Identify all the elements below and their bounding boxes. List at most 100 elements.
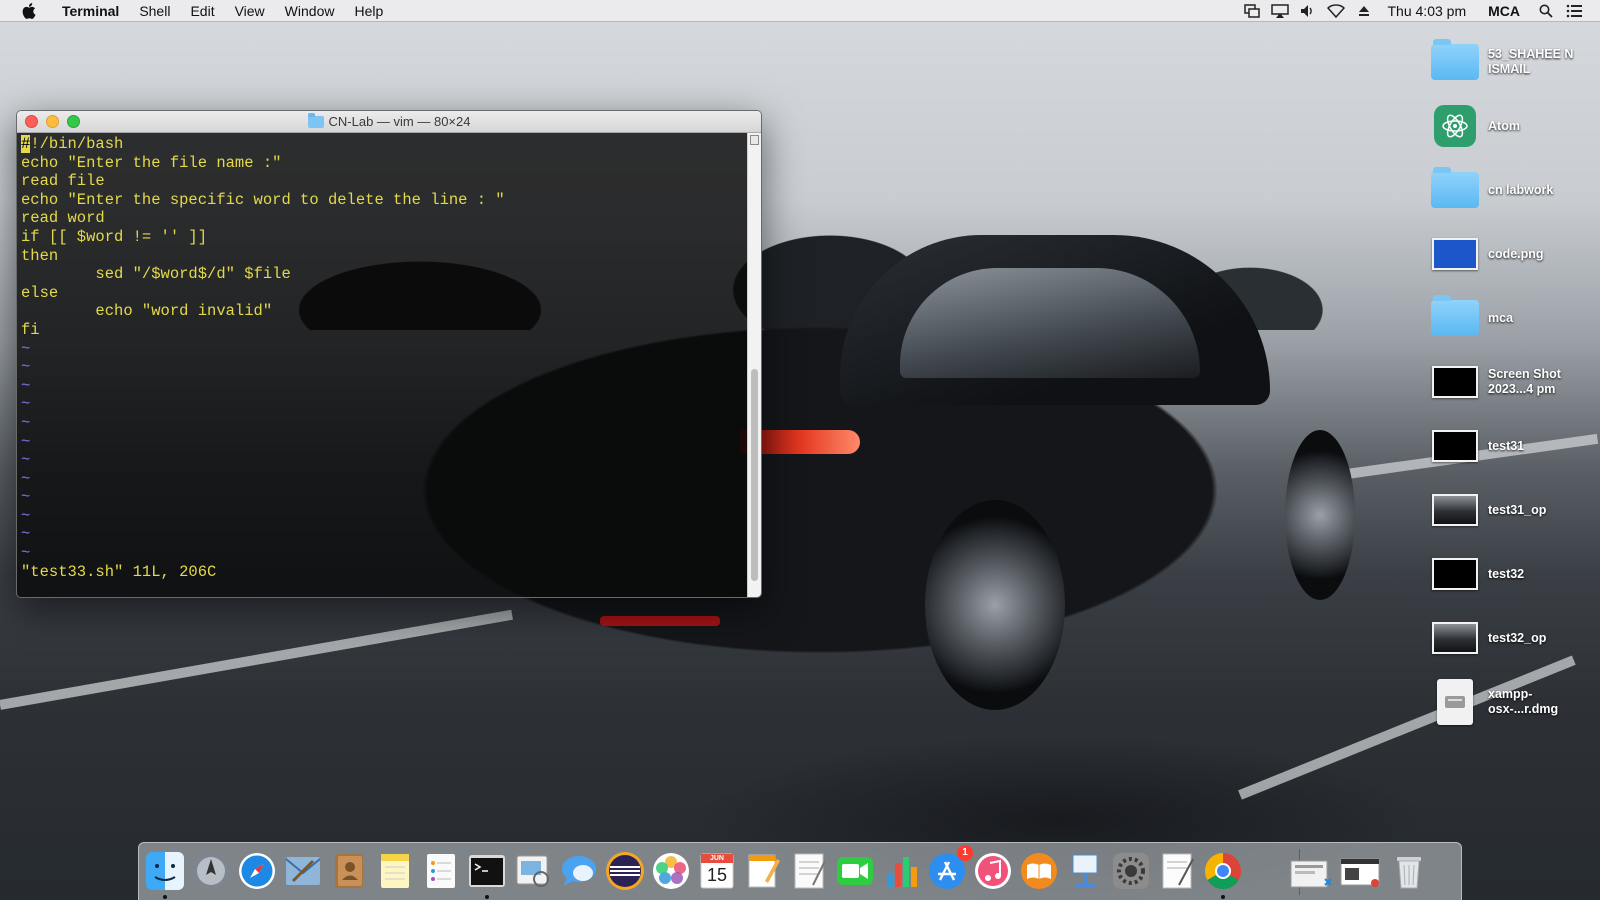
- spotlight-search-icon[interactable]: [1532, 0, 1560, 22]
- running-indicator: [163, 895, 167, 899]
- dock-contacts-icon[interactable]: [329, 851, 369, 891]
- code-line: read word: [21, 209, 105, 228]
- code-line: fi: [21, 320, 40, 339]
- desktop-item-label: Screen Shot 2023...4 pm: [1488, 367, 1561, 396]
- dock-textedit-icon[interactable]: [1157, 851, 1197, 891]
- terminal-content[interactable]: #!/bin/bash echo "Enter the file name :"…: [17, 133, 761, 597]
- desktop-item[interactable]: test32_op: [1420, 610, 1600, 666]
- menu-shell[interactable]: Shell: [129, 0, 180, 22]
- desktop-item[interactable]: cn labwork: [1420, 162, 1600, 218]
- dock: JUN 15 1: [138, 842, 1462, 900]
- notification-center-icon[interactable]: [1560, 0, 1588, 22]
- atom-app-icon: [1434, 105, 1476, 147]
- scrollbar-thumb[interactable]: [751, 369, 758, 581]
- dock-chrome-icon[interactable]: [1203, 851, 1243, 891]
- folder-icon: [1431, 167, 1479, 208]
- airplay-icon[interactable]: [1266, 0, 1294, 22]
- dock-finder-icon[interactable]: [145, 851, 185, 891]
- screenshot-thumbnail-icon: [1432, 366, 1478, 398]
- code-line-text: !/bin/bash: [30, 135, 124, 153]
- desktop-item-label: code.png: [1488, 246, 1544, 261]
- empty-line-tilde: ~: [21, 451, 31, 470]
- folder-icon: [1431, 39, 1479, 80]
- dock-itunes-icon[interactable]: [973, 851, 1013, 891]
- desktop-item[interactable]: test31_op: [1420, 482, 1600, 538]
- running-indicator: [485, 895, 489, 899]
- menubar-user[interactable]: MCA: [1476, 3, 1532, 19]
- dock-app-store-icon[interactable]: 1: [927, 845, 973, 891]
- dock-ibooks-icon[interactable]: [1019, 851, 1059, 891]
- zoom-window-button[interactable]: [67, 115, 80, 128]
- dock-calendar-icon[interactable]: JUN 15: [697, 851, 737, 891]
- scrollbar-button[interactable]: [750, 135, 759, 145]
- minimize-window-button[interactable]: [46, 115, 59, 128]
- wallpaper-wheel: [925, 500, 1065, 710]
- wallpaper-rear-light: [600, 616, 720, 626]
- image-thumbnail-icon: [1432, 238, 1478, 270]
- terminal-titlebar[interactable]: CN-Lab — vim — 80×24: [17, 111, 761, 133]
- menu-app-terminal[interactable]: Terminal: [52, 0, 129, 22]
- dock-reminders-icon[interactable]: [421, 851, 461, 891]
- menu-view[interactable]: View: [225, 0, 275, 22]
- desktop-item-label: test31: [1488, 438, 1525, 453]
- desktop-item-label: xampp-osx-...r.dmg: [1488, 687, 1559, 716]
- terminal-window[interactable]: CN-Lab — vim — 80×24 #!/bin/bash echo "E…: [16, 110, 762, 598]
- desktop-item[interactable]: xampp-osx-...r.dmg: [1420, 674, 1600, 730]
- terminal-scrollbar[interactable]: [747, 133, 761, 597]
- dock-downloads-stack-icon[interactable]: [1289, 851, 1332, 891]
- desktop-item[interactable]: 53_SHAHEE N ISMAIL: [1420, 34, 1600, 90]
- folder-icon: [1431, 295, 1479, 336]
- dock-safari-icon[interactable]: [237, 851, 277, 891]
- empty-line-tilde: ~: [21, 506, 31, 525]
- wallpaper-wheel: [1285, 430, 1355, 600]
- calendar-day: 15: [706, 865, 728, 885]
- empty-line-tilde: ~: [21, 339, 31, 358]
- dock-textedit-icon[interactable]: [789, 851, 829, 891]
- desktop-item[interactable]: mca: [1420, 290, 1600, 346]
- menubar-clock[interactable]: Thu 4:03 pm: [1378, 3, 1477, 19]
- screenshot-thumbnail-icon: [1432, 430, 1478, 462]
- code-line: echo "Enter the specific word to delete …: [21, 190, 505, 209]
- dock-eclipse-icon[interactable]: [605, 851, 645, 891]
- dock-numbers-icon[interactable]: [881, 851, 921, 891]
- volume-icon[interactable]: [1294, 0, 1322, 22]
- dock-photos-icon[interactable]: [651, 851, 691, 891]
- code-line: #!/bin/bash: [21, 135, 761, 154]
- apple-menu-icon[interactable]: [20, 2, 38, 20]
- code-line: sed "/$word$/d" $file: [21, 265, 291, 284]
- running-indicator: [1221, 895, 1225, 899]
- empty-line-tilde: ~: [21, 525, 31, 544]
- terminal-title: CN-Lab — vim — 80×24: [328, 114, 471, 129]
- vim-status-line: "test33.sh" 11L, 206C: [21, 562, 217, 581]
- desktop-item[interactable]: code.png: [1420, 226, 1600, 282]
- menu-window[interactable]: Window: [275, 0, 345, 22]
- desktop-item[interactable]: Screen Shot 2023...4 pm: [1420, 354, 1600, 410]
- dock-notes-icon[interactable]: [375, 851, 415, 891]
- dock-launchpad-icon[interactable]: [191, 851, 231, 891]
- dock-facetime-icon[interactable]: [835, 851, 875, 891]
- dock-preview-icon[interactable]: [513, 851, 553, 891]
- dock-keynote-icon[interactable]: [1065, 851, 1105, 891]
- code-line: echo "word invalid": [21, 302, 273, 321]
- dock-mail-icon[interactable]: [283, 851, 323, 891]
- screenshot-thumbnail-icon: [1432, 494, 1478, 526]
- desktop-item[interactable]: test31: [1420, 418, 1600, 474]
- eject-icon[interactable]: [1350, 0, 1378, 22]
- screen-mirror-icon[interactable]: [1238, 0, 1266, 22]
- menu-edit[interactable]: Edit: [180, 0, 224, 22]
- dock-system-preferences-icon[interactable]: [1111, 851, 1151, 891]
- dock-trash-icon[interactable]: [1389, 851, 1429, 891]
- screenshot-thumbnail-icon: [1432, 622, 1478, 654]
- dock-documents-stack-icon[interactable]: [1339, 851, 1380, 891]
- desktop-item[interactable]: Atom: [1420, 98, 1600, 154]
- wifi-icon[interactable]: [1322, 0, 1350, 22]
- dock-terminal-icon[interactable]: [467, 851, 507, 891]
- desktop-item-label: Atom: [1488, 118, 1520, 133]
- dock-messages-icon[interactable]: [559, 851, 599, 891]
- dock-pages-icon[interactable]: [743, 851, 783, 891]
- menu-help[interactable]: Help: [344, 0, 393, 22]
- close-window-button[interactable]: [25, 115, 38, 128]
- code-line: then: [21, 246, 59, 265]
- desktop-item[interactable]: test32: [1420, 546, 1600, 602]
- code-line: else: [21, 283, 59, 302]
